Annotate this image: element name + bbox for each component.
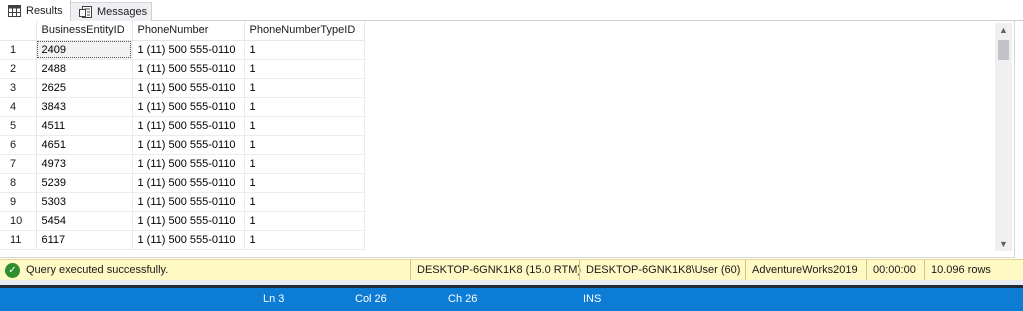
- row-number[interactable]: 11: [0, 230, 37, 250]
- row-number[interactable]: 4: [0, 97, 37, 117]
- row-number[interactable]: 2: [0, 59, 37, 79]
- results-table: BusinessEntityID PhoneNumber PhoneNumber…: [0, 21, 365, 250]
- table-cell[interactable]: 1 (11) 500 555-0110: [132, 211, 245, 231]
- column-indicator: Col 26: [355, 293, 387, 305]
- query-status-message-area: ✓ Query executed successfully.: [0, 262, 410, 278]
- table-cell[interactable]: 5454: [36, 211, 133, 231]
- query-status-bar: ✓ Query executed successfully. DESKTOP-6…: [0, 259, 1023, 281]
- table-cell[interactable]: 1 (11) 500 555-0110: [132, 59, 245, 79]
- column-header[interactable]: PhoneNumberTypeID: [244, 21, 365, 41]
- table-cell[interactable]: 1: [244, 78, 365, 98]
- row-number[interactable]: 9: [0, 192, 37, 212]
- table-row[interactable]: 9 5303 1 (11) 500 555-0110 1: [0, 192, 365, 212]
- row-number[interactable]: 10: [0, 211, 37, 231]
- scrollbar-thumb[interactable]: [998, 40, 1009, 60]
- row-number[interactable]: 7: [0, 154, 37, 174]
- table-cell[interactable]: 1: [244, 173, 365, 193]
- table-row[interactable]: 10 5454 1 (11) 500 555-0110 1: [0, 211, 365, 231]
- tab-results[interactable]: Results: [0, 0, 71, 21]
- table-row[interactable]: 7 4973 1 (11) 500 555-0110 1: [0, 154, 365, 174]
- messages-icon: [79, 6, 92, 18]
- table-row[interactable]: 11 6117 1 (11) 500 555-0110 1: [0, 230, 365, 250]
- char-indicator: Ch 26: [448, 293, 478, 305]
- table-cell[interactable]: 1 (11) 500 555-0110: [132, 173, 245, 193]
- results-grid-panel: BusinessEntityID PhoneNumber PhoneNumber…: [0, 21, 1023, 258]
- database-info: AdventureWorks2019: [745, 259, 866, 281]
- table-cell[interactable]: 1: [244, 135, 365, 155]
- table-cell[interactable]: 2625: [36, 78, 133, 98]
- table-cell[interactable]: 1 (11) 500 555-0110: [132, 78, 245, 98]
- table-row[interactable]: 3 2625 1 (11) 500 555-0110 1: [0, 78, 365, 98]
- table-cell[interactable]: 1: [244, 116, 365, 136]
- table-cell[interactable]: 1: [244, 230, 365, 250]
- table-cell[interactable]: 1: [244, 154, 365, 174]
- user-info: DESKTOP-6GNK1K8\User (60): [579, 259, 745, 281]
- table-cell[interactable]: 2488: [36, 59, 133, 79]
- table-cell[interactable]: 4651: [36, 135, 133, 155]
- elapsed-time: 00:00:00: [866, 259, 924, 281]
- results-grid[interactable]: BusinessEntityID PhoneNumber PhoneNumber…: [0, 21, 994, 251]
- row-number[interactable]: 8: [0, 173, 37, 193]
- table-cell[interactable]: 1: [244, 192, 365, 212]
- header-row: BusinessEntityID PhoneNumber PhoneNumber…: [0, 21, 365, 41]
- row-count: 10.096 rows: [924, 259, 1009, 281]
- table-row[interactable]: 8 5239 1 (11) 500 555-0110 1: [0, 173, 365, 193]
- vertical-scrollbar[interactable]: ▲ ▼: [995, 23, 1012, 251]
- table-cell[interactable]: 5239: [36, 173, 133, 193]
- table-row[interactable]: 2 2488 1 (11) 500 555-0110 1: [0, 59, 365, 79]
- row-number[interactable]: 3: [0, 78, 37, 98]
- table-row[interactable]: 4 3843 1 (11) 500 555-0110 1: [0, 97, 365, 117]
- table-cell[interactable]: 1 (11) 500 555-0110: [132, 192, 245, 212]
- table-cell[interactable]: 1 (11) 500 555-0110: [132, 230, 245, 250]
- query-status-message: Query executed successfully.: [26, 264, 169, 276]
- table-cell[interactable]: 1: [244, 59, 365, 79]
- table-cell[interactable]: 1: [244, 97, 365, 117]
- column-header[interactable]: PhoneNumber: [132, 21, 245, 41]
- table-cell[interactable]: 3843: [36, 97, 133, 117]
- table-cell[interactable]: 2409: [36, 40, 133, 60]
- tab-results-label: Results: [26, 4, 63, 17]
- table-row[interactable]: 1 2409 1 (11) 500 555-0110 1: [0, 40, 365, 60]
- table-row[interactable]: 5 4511 1 (11) 500 555-0110 1: [0, 116, 365, 136]
- results-tab-strip: Results Messages: [0, 0, 1023, 21]
- editor-status-bar: Ln 3 Col 26 Ch 26 INS: [0, 285, 1023, 311]
- success-check-icon: ✓: [5, 262, 20, 278]
- table-cell[interactable]: 1 (11) 500 555-0110: [132, 154, 245, 174]
- scroll-down-icon[interactable]: ▼: [995, 237, 1012, 251]
- table-cell[interactable]: 1 (11) 500 555-0110: [132, 116, 245, 136]
- scroll-up-icon[interactable]: ▲: [995, 23, 1012, 37]
- column-header[interactable]: BusinessEntityID: [36, 21, 133, 41]
- table-cell[interactable]: 1 (11) 500 555-0110: [132, 97, 245, 117]
- row-number[interactable]: 1: [0, 40, 37, 60]
- table-cell[interactable]: 4973: [36, 154, 133, 174]
- table-cell[interactable]: 4511: [36, 116, 133, 136]
- server-info: DESKTOP-6GNK1K8 (15.0 RTM): [410, 259, 581, 281]
- row-number[interactable]: 6: [0, 135, 37, 155]
- panel-edge: [1014, 21, 1023, 258]
- table-cell[interactable]: 1: [244, 211, 365, 231]
- grid-results-icon: [8, 4, 21, 17]
- table-cell[interactable]: 1 (11) 500 555-0110: [132, 40, 245, 60]
- table-cell[interactable]: 6117: [36, 230, 133, 250]
- table-cell[interactable]: 5303: [36, 192, 133, 212]
- line-indicator: Ln 3: [263, 293, 285, 305]
- table-cell[interactable]: 1: [244, 40, 365, 60]
- editor-status-divider: [0, 285, 1023, 288]
- tab-messages-label: Messages: [97, 6, 148, 18]
- row-number-header[interactable]: [0, 21, 37, 41]
- table-row[interactable]: 6 4651 1 (11) 500 555-0110 1: [0, 135, 365, 155]
- table-cell[interactable]: 1 (11) 500 555-0110: [132, 135, 245, 155]
- row-number[interactable]: 5: [0, 116, 37, 136]
- tab-messages[interactable]: Messages: [71, 2, 152, 21]
- insert-mode-indicator[interactable]: INS: [583, 293, 601, 305]
